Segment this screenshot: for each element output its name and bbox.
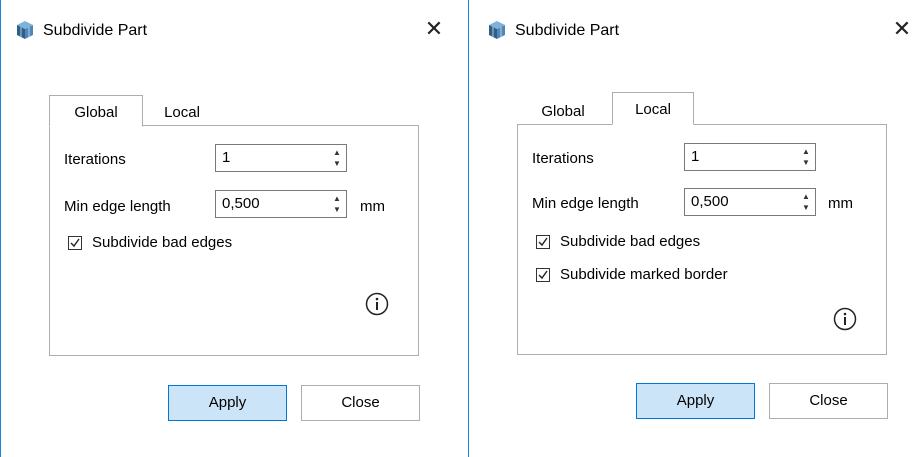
iterations-label: Iterations xyxy=(532,150,594,167)
tab-global[interactable]: Global xyxy=(49,95,143,127)
spin-up-icon[interactable]: ▲ xyxy=(801,193,811,201)
apply-button[interactable]: Apply xyxy=(636,383,755,419)
box-3d-icon xyxy=(487,20,507,40)
close-button[interactable]: Close xyxy=(769,383,888,419)
checkbox-label: Subdivide bad edges xyxy=(92,234,233,251)
dialog-title: Subdivide Part xyxy=(43,22,148,39)
iterations-spinbox[interactable]: 1 ▲ ▼ xyxy=(684,143,816,171)
subdivide-dialog-global: Subdivide Part ✕ Global Local Iterations… xyxy=(0,0,457,457)
info-icon[interactable] xyxy=(833,307,857,331)
iterations-label: Iterations xyxy=(64,151,126,168)
check-icon xyxy=(538,270,548,280)
spin-arrows: ▲ ▼ xyxy=(332,147,342,169)
close-icon[interactable]: ✕ xyxy=(891,18,913,40)
check-icon xyxy=(538,237,548,247)
spin-down-icon[interactable]: ▼ xyxy=(332,160,342,168)
spin-down-icon[interactable]: ▼ xyxy=(801,204,811,212)
spin-arrows: ▲ ▼ xyxy=(801,146,811,168)
min-edge-spinbox[interactable]: 0,500 ▲ ▼ xyxy=(684,188,816,216)
close-icon[interactable]: ✕ xyxy=(423,18,445,40)
subdivide-marked-border-checkbox[interactable]: Subdivide marked border xyxy=(536,265,796,285)
min-edge-unit: mm xyxy=(360,198,385,215)
info-icon[interactable] xyxy=(365,292,389,316)
box-3d-icon xyxy=(15,20,35,40)
checkbox-box[interactable] xyxy=(536,235,550,249)
title-bar: Subdivide Part ✕ xyxy=(469,0,914,62)
spin-down-icon[interactable]: ▼ xyxy=(332,206,342,214)
spin-up-icon[interactable]: ▲ xyxy=(332,195,342,203)
spin-arrows: ▲ ▼ xyxy=(801,191,811,213)
tab-local[interactable]: Local xyxy=(147,103,217,125)
check-icon xyxy=(70,238,80,248)
spin-arrows: ▲ ▼ xyxy=(332,193,342,215)
min-edge-label: Min edge length xyxy=(64,198,171,215)
spin-down-icon[interactable]: ▼ xyxy=(801,159,811,167)
spin-up-icon[interactable]: ▲ xyxy=(801,148,811,156)
checkbox-box[interactable] xyxy=(68,236,82,250)
spin-up-icon[interactable]: ▲ xyxy=(332,149,342,157)
dialog-title: Subdivide Part xyxy=(515,22,620,39)
close-button[interactable]: Close xyxy=(301,385,420,421)
tab-local[interactable]: Local xyxy=(612,92,694,125)
iterations-value: 1 xyxy=(691,148,700,165)
min-edge-spinbox[interactable]: 0,500 ▲ ▼ xyxy=(215,190,347,218)
apply-button[interactable]: Apply xyxy=(168,385,287,421)
subdivide-dialog-local: Subdivide Part ✕ Global Local Iterations… xyxy=(468,0,914,457)
iterations-spinbox[interactable]: 1 ▲ ▼ xyxy=(215,144,347,172)
subdivide-bad-edges-checkbox[interactable]: Subdivide bad edges xyxy=(536,232,796,252)
min-edge-label: Min edge length xyxy=(532,195,639,212)
min-edge-value: 0,500 xyxy=(691,193,729,210)
min-edge-unit: mm xyxy=(828,195,853,212)
checkbox-label: Subdivide marked border xyxy=(560,266,728,283)
title-bar: Subdivide Part ✕ xyxy=(1,0,457,62)
checkbox-label: Subdivide bad edges xyxy=(560,233,701,250)
tab-global[interactable]: Global xyxy=(527,102,599,124)
min-edge-value: 0,500 xyxy=(222,195,260,212)
checkbox-box[interactable] xyxy=(536,268,550,282)
subdivide-bad-edges-checkbox[interactable]: Subdivide bad edges xyxy=(68,233,308,253)
iterations-value: 1 xyxy=(222,149,231,166)
